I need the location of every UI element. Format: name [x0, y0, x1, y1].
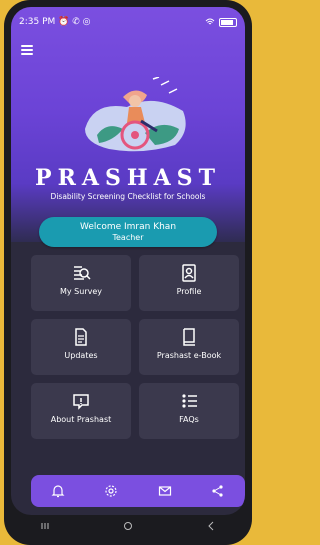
- card-ebook[interactable]: Prashast e-Book: [139, 319, 239, 375]
- card-label: FAQs: [179, 415, 199, 424]
- wheelchair-illustration: [85, 77, 186, 152]
- card-label: Profile: [176, 287, 202, 296]
- card-label: About Prashast: [50, 415, 112, 424]
- card-faqs[interactable]: FAQs: [139, 383, 239, 439]
- status-left-icons: ⏰ ✆ ◎: [58, 17, 91, 27]
- welcome-name: Welcome Imran Khan: [79, 222, 177, 232]
- card-my-survey[interactable]: My Survey: [31, 255, 131, 311]
- back-icon[interactable]: [206, 521, 216, 531]
- status-time: 2:35 PM: [19, 17, 56, 27]
- card-about[interactable]: About Prashast: [31, 383, 131, 439]
- status-right: [205, 17, 237, 27]
- hero-header: 2:35 PM ⏰ ✆ ◎ PRASHAST Disability Screen…: [11, 7, 245, 242]
- faq-icon: [182, 394, 197, 408]
- app-title: PRASHAST: [35, 165, 221, 191]
- card-label: Prashast e-Book: [156, 351, 222, 360]
- app-subtitle: Disability Screening Checklist for Schoo…: [50, 192, 206, 201]
- ebook-icon: [183, 328, 195, 346]
- wifi-icon: [205, 18, 215, 25]
- status-bar: 2:35 PM ⏰ ✆ ◎: [19, 15, 237, 29]
- app-screen: 2:35 PM ⏰ ✆ ◎ PRASHAST Disability Screen…: [11, 7, 245, 515]
- updates-icon: [75, 328, 87, 346]
- profile-icon: [182, 264, 196, 282]
- system-navigation-bar: [4, 515, 252, 537]
- bottom-navigation: [31, 475, 245, 507]
- recents-icon[interactable]: [40, 521, 50, 531]
- bell-icon[interactable]: [51, 484, 65, 498]
- hamburger-menu-icon[interactable]: [21, 45, 33, 55]
- card-updates[interactable]: Updates: [31, 319, 131, 375]
- about-icon: [73, 394, 89, 410]
- share-icon[interactable]: [211, 484, 225, 498]
- card-label: My Survey: [59, 287, 102, 296]
- survey-icon: [74, 266, 91, 280]
- welcome-banner: Welcome Imran Khan Teacher: [39, 217, 217, 247]
- status-left: 2:35 PM ⏰ ✆ ◎: [19, 17, 90, 27]
- settings-icon[interactable]: [104, 484, 118, 498]
- card-profile[interactable]: Profile: [139, 255, 239, 311]
- welcome-role: Teacher: [112, 233, 144, 242]
- card-label: Updates: [64, 351, 98, 360]
- phone-frame: 2:35 PM ⏰ ✆ ◎ PRASHAST Disability Screen…: [4, 0, 252, 545]
- battery-icon: [219, 17, 237, 27]
- mail-icon[interactable]: [158, 484, 172, 498]
- home-icon[interactable]: [123, 521, 133, 531]
